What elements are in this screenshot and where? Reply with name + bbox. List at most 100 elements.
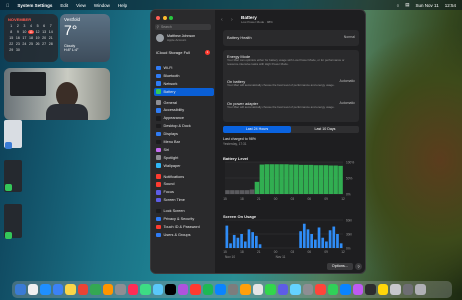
dock-app-icon[interactable] xyxy=(115,284,126,295)
dock-app-icon[interactable] xyxy=(127,284,138,295)
minimize-button[interactable] xyxy=(162,16,167,20)
zoom-button[interactable] xyxy=(169,16,173,20)
calendar-day: 30 xyxy=(15,48,20,52)
app-menu[interactable]: System Settings xyxy=(17,3,52,8)
weather-temp: 7° xyxy=(64,22,78,38)
sidebar-item-notifications[interactable]: Notifications xyxy=(154,173,214,181)
messages-icon[interactable] xyxy=(5,184,12,191)
dock-app-icon[interactable] xyxy=(52,284,63,295)
dock-app-icon[interactable] xyxy=(352,284,363,295)
sound-icon xyxy=(156,182,161,187)
battery-health-row[interactable]: Battery Health Normal xyxy=(223,30,359,46)
sidebar-item-menu-bar[interactable]: Menu Bar xyxy=(154,138,214,146)
dock-app-icon[interactable] xyxy=(390,284,401,295)
dock-app-icon[interactable] xyxy=(265,284,276,295)
sidebar-item-focus[interactable]: Focus xyxy=(154,188,214,196)
calendar-day: 4 xyxy=(29,24,32,28)
sidebar-item-siri[interactable]: Siri xyxy=(154,146,214,154)
on-battery-row[interactable]: On battery Automatic Your Mac will autom… xyxy=(227,79,355,88)
sidebar-item-wi-fi[interactable]: Wi-Fi xyxy=(154,64,214,72)
dock-app-icon[interactable] xyxy=(327,284,338,295)
dock-app-icon[interactable] xyxy=(240,284,251,295)
sidebar-item-spotlight[interactable]: Spotlight xyxy=(154,154,214,162)
dock-app-icon[interactable] xyxy=(315,284,326,295)
calendar-widget[interactable]: NOVEMBER 1 2 3 4 5 6 7 8 9 10 11 12 13 14 15 16 17 18 19 20… xyxy=(4,14,58,62)
control-center-icon[interactable]: ▤ xyxy=(405,2,409,8)
menu-window[interactable]: Window xyxy=(94,3,110,8)
battery-bar xyxy=(323,165,329,194)
menu-edit[interactable]: Edit xyxy=(60,3,68,8)
sidebar-item-lock-screen[interactable]: Lock Screen xyxy=(154,207,214,215)
on-adapter-select[interactable]: Automatic xyxy=(339,101,355,105)
icloud-storage-item[interactable]: iCloud Storage Full 1 xyxy=(156,50,212,55)
dock-app-icon[interactable] xyxy=(340,284,351,295)
tab-last-10-days[interactable]: Last 10 Days xyxy=(291,126,359,133)
dock-app-icon[interactable] xyxy=(252,284,263,295)
finder-icon[interactable] xyxy=(5,142,12,149)
dock-app-icon[interactable] xyxy=(227,284,238,295)
screen-bar xyxy=(328,230,332,248)
dock-app-icon[interactable] xyxy=(152,284,163,295)
dock-app-icon[interactable] xyxy=(302,284,313,295)
close-button[interactable] xyxy=(156,16,160,20)
dock-app-icon[interactable] xyxy=(15,284,26,295)
battery-bar xyxy=(298,164,304,194)
account-item[interactable]: Matthew Johnson Apple Account xyxy=(156,34,195,42)
apple-menu-icon[interactable]:  xyxy=(6,3,9,8)
dock-app-icon[interactable] xyxy=(77,284,88,295)
dock-app-icon[interactable] xyxy=(27,284,38,295)
sidebar-item-sound[interactable]: Sound xyxy=(154,180,214,188)
photo-widget[interactable] xyxy=(4,68,110,120)
menu-help[interactable]: Help xyxy=(118,3,127,8)
options-button[interactable]: Options... xyxy=(326,263,353,270)
dock-app-icon[interactable] xyxy=(290,284,301,295)
dock-app-icon[interactable] xyxy=(365,284,376,295)
dock-app-icon[interactable] xyxy=(377,284,388,295)
help-button[interactable]: ? xyxy=(355,263,362,270)
battery-bar xyxy=(264,164,270,194)
back-icon[interactable]: ‹ xyxy=(221,17,227,23)
tab-last-24-hours[interactable]: Last 24 Hours xyxy=(223,126,291,133)
sidebar-item-bluetooth[interactable]: Bluetooth xyxy=(154,72,214,80)
on-adapter-row[interactable]: On power adapter Automatic Your Mac will… xyxy=(227,101,355,110)
menubar-date[interactable]: Sun Nov 11 xyxy=(416,3,439,8)
dock-app-icon[interactable] xyxy=(415,284,426,295)
sidebar-item-appearance[interactable]: Appearance xyxy=(154,114,214,122)
menubar-time[interactable]: 12:54 xyxy=(445,3,456,8)
sidebar-item-privacy-security[interactable]: Privacy & Security xyxy=(154,215,214,223)
dock-app-icon[interactable] xyxy=(65,284,76,295)
sidebar-item-accessibility[interactable]: Accessibility xyxy=(154,106,214,114)
dock-app-icon[interactable] xyxy=(102,284,113,295)
sidebar-item-displays[interactable]: Displays xyxy=(154,130,214,138)
dock-app-icon[interactable] xyxy=(90,284,101,295)
weather-widget[interactable]: Vestfold 7° Cloudy H:8° L:4° xyxy=(60,14,110,62)
sidebar-item-network[interactable]: Network xyxy=(154,80,214,88)
dock-app-icon[interactable] xyxy=(202,284,213,295)
forward-icon[interactable]: › xyxy=(231,17,237,23)
energy-mode-block: Energy Mode Your Mac can optimize either… xyxy=(227,54,355,67)
sidebar-item-users-groups[interactable]: Users & Groups xyxy=(154,231,214,239)
dock-app-icon[interactable] xyxy=(402,284,413,295)
battery-x-tick: 21 xyxy=(257,197,261,201)
sidebar-item-general[interactable]: General xyxy=(154,99,214,107)
dock-app-icon[interactable] xyxy=(177,284,188,295)
menu-view[interactable]: View xyxy=(76,3,86,8)
dock-app-icon[interactable] xyxy=(140,284,151,295)
sidebar-item-desktop-dock[interactable]: Desktop & Dock xyxy=(154,122,214,130)
screen-bar xyxy=(317,227,321,248)
on-battery-select[interactable]: Automatic xyxy=(339,79,355,83)
wifi-icon[interactable]: ○ xyxy=(397,3,400,8)
sidebar-item-touch-id-password[interactable]: Touch ID & Password xyxy=(154,223,214,231)
dock-app-icon[interactable] xyxy=(277,284,288,295)
dock-app-icon[interactable] xyxy=(190,284,201,295)
sidebar-item-screen-time[interactable]: Screen Time xyxy=(154,196,214,204)
dock-app-icon[interactable] xyxy=(40,284,51,295)
whatsapp-icon[interactable] xyxy=(5,232,12,239)
sidebar-item-battery[interactable]: Battery xyxy=(154,87,214,96)
screen-bar xyxy=(243,241,247,248)
dock-app-icon[interactable] xyxy=(215,284,226,295)
sidebar-item-wallpaper[interactable]: Wallpaper xyxy=(154,162,214,170)
sidebar-item-label: Accessibility xyxy=(163,108,185,113)
search-input[interactable]: ⚲ Search xyxy=(155,24,211,30)
dock-app-icon[interactable] xyxy=(165,284,176,295)
